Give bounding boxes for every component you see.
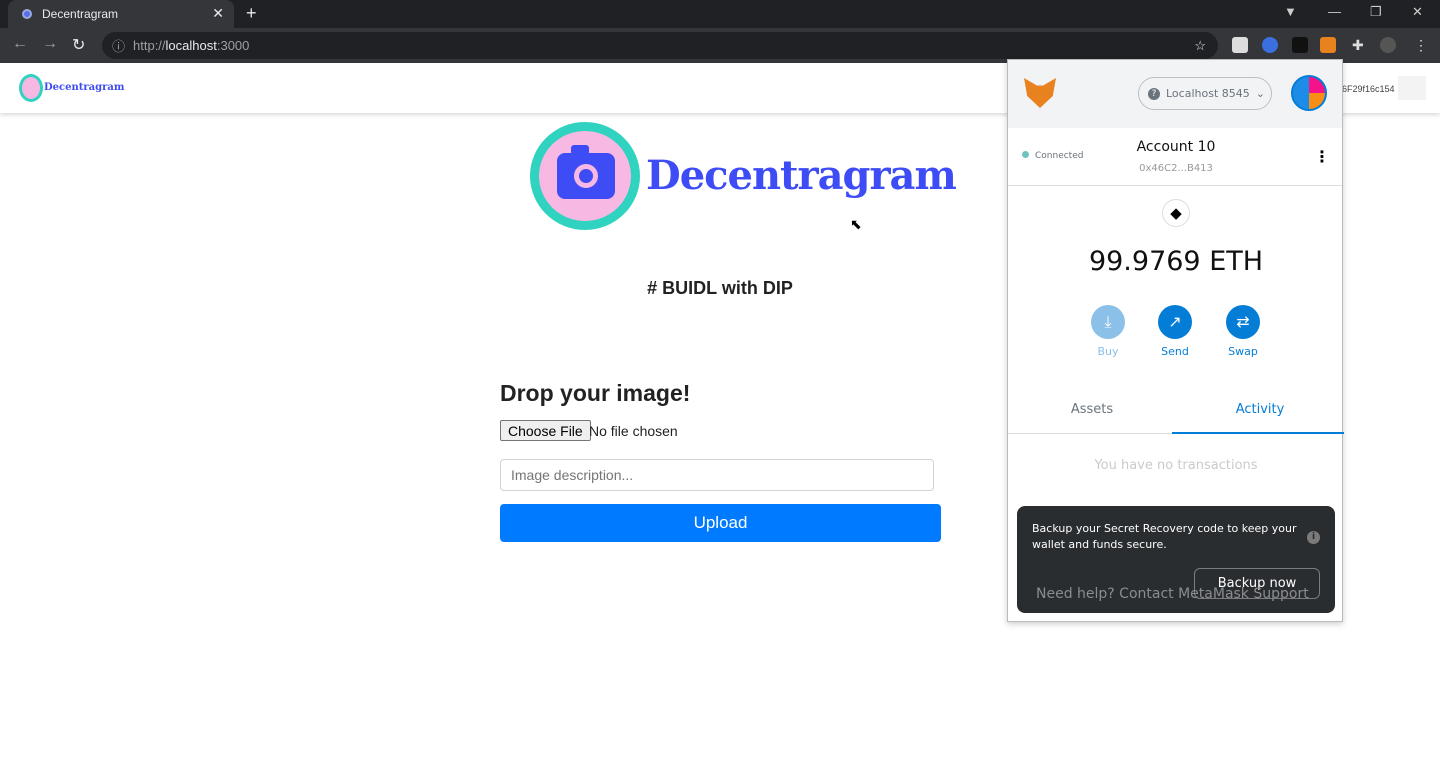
tab-assets[interactable]: Assets (1008, 402, 1176, 417)
tab-activity[interactable]: Activity (1176, 402, 1344, 417)
upload-title: Drop your image! (500, 380, 691, 406)
account-address[interactable]: 0x46C2...B413 (1008, 163, 1344, 174)
favicon-icon (22, 9, 32, 19)
extension-icon[interactable] (1262, 37, 1278, 53)
image-description-input[interactable] (500, 459, 934, 491)
logo-icon[interactable] (19, 74, 43, 102)
minimize-icon[interactable]: — (1328, 4, 1341, 19)
extension-icon[interactable] (1292, 37, 1308, 53)
star-icon[interactable]: ☆ (1194, 38, 1206, 54)
menu-icon[interactable]: ⋮ (1414, 37, 1430, 53)
swap-button[interactable]: ⇄ Swap (1213, 305, 1273, 358)
cursor-icon: ⬉ (850, 216, 862, 232)
account-name[interactable]: Account 10 (1008, 139, 1344, 155)
back-icon[interactable]: ← (12, 35, 28, 53)
metamask-icon[interactable] (1320, 37, 1336, 53)
account-avatar[interactable] (1291, 75, 1327, 111)
brand-title: Decentragram (646, 152, 957, 199)
puzzle-icon[interactable]: ✚ (1352, 37, 1368, 53)
send-button[interactable]: ↗ Send (1145, 305, 1205, 358)
info-icon[interactable]: i (1307, 531, 1320, 544)
file-status: No file chosen (589, 423, 678, 439)
account-address: 6F29f16c154 (1342, 84, 1395, 94)
reload-icon[interactable]: ↻ (72, 35, 85, 55)
forward-icon[interactable]: → (42, 35, 58, 53)
browser-toolbar: ← → ↻ ⓘ http://localhost:3000 ☆ ✚ ⋮ (0, 28, 1440, 63)
arrow-up-right-icon: ↗ (1158, 305, 1192, 339)
brand[interactable]: Decentragram (44, 82, 124, 93)
camera-logo-icon (530, 122, 640, 230)
more-options-icon[interactable]: ⋮ (1314, 147, 1330, 166)
download-icon: ⤓ (1091, 305, 1125, 339)
close-window-icon[interactable]: ✕ (1412, 4, 1423, 20)
tab-title: Decentragram (42, 7, 119, 21)
profile-menu-icon[interactable]: ▼ (1284, 4, 1297, 19)
browser-tab[interactable]: Decentragram ✕ (8, 0, 234, 28)
profile-avatar[interactable] (1380, 37, 1396, 53)
close-tab-icon[interactable]: ✕ (212, 5, 224, 22)
restore-icon[interactable]: ❐ (1370, 4, 1382, 20)
metamask-fox-icon (1024, 78, 1056, 108)
choose-file-button[interactable]: Choose File (500, 420, 591, 441)
extension-icon[interactable] (1232, 37, 1248, 53)
tab-bar: Decentragram ✕ + ▼ — ❐ ✕ (0, 0, 1440, 28)
empty-transactions: You have no transactions (1094, 458, 1258, 473)
swap-icon: ⇄ (1226, 305, 1260, 339)
metamask-popup: ? Localhost 8545 ⌄ Connected Account 10 0x… (1007, 59, 1344, 622)
chevron-down-icon: ⌄ (1255, 87, 1265, 100)
info-icon: ⓘ (112, 39, 126, 54)
identicon (1398, 76, 1426, 100)
question-icon: ? (1148, 87, 1160, 100)
new-tab-icon[interactable]: + (246, 3, 257, 24)
upload-button[interactable]: Upload (500, 504, 941, 542)
balance: 99.9769 ETH (1088, 246, 1264, 277)
buy-button[interactable]: ⤓ Buy (1078, 305, 1138, 358)
active-tab-indicator (1172, 432, 1344, 434)
support-link[interactable]: Need help? Contact MetaMask Support (1036, 586, 1309, 602)
toast-message: Backup your Secret Recovery code to keep… (1032, 522, 1297, 551)
address-bar[interactable]: ⓘ http://localhost:3000 ☆ (102, 32, 1218, 59)
network-selector[interactable]: ? Localhost 8545 ⌄ (1138, 77, 1272, 110)
ethereum-icon: ◆ (1162, 199, 1190, 227)
